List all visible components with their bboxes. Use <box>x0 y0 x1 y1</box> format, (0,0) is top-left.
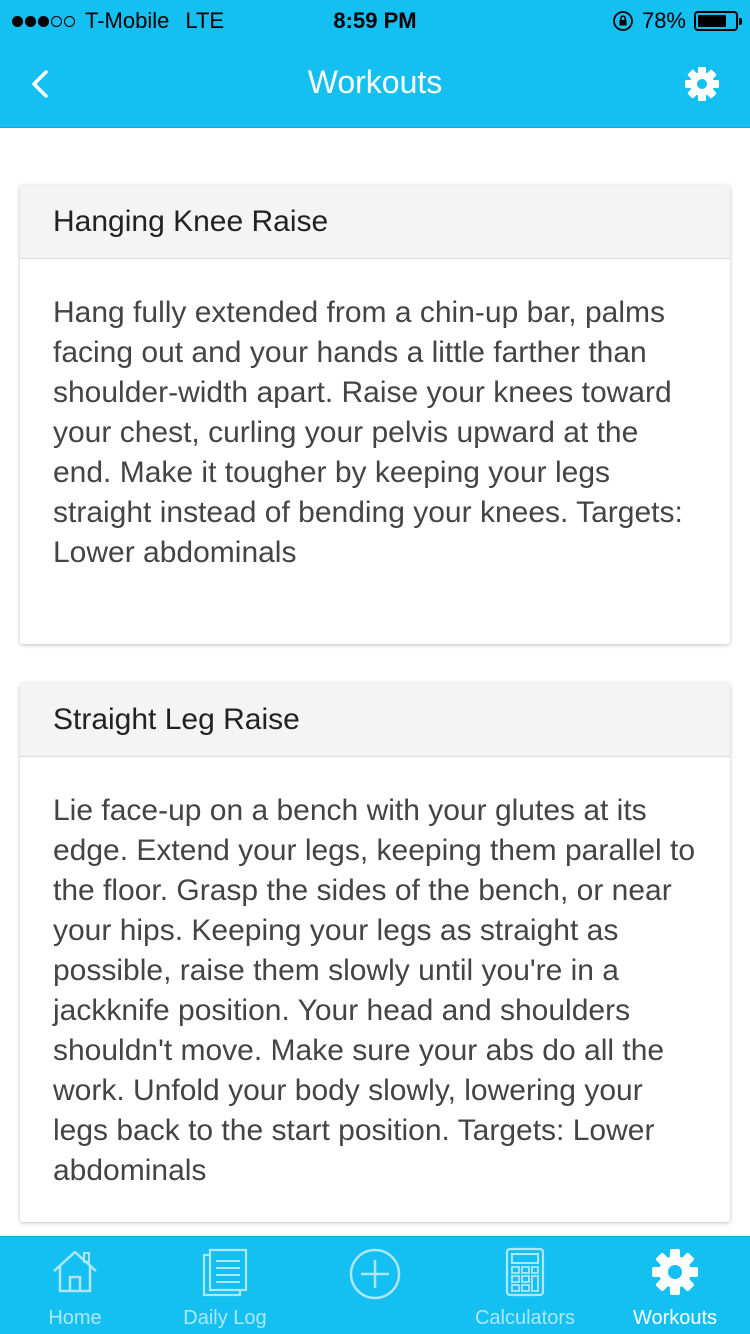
battery-icon <box>694 11 742 31</box>
workout-card[interactable]: Hanging Knee Raise Hang fully extended f… <box>20 185 730 644</box>
rotation-lock-icon <box>613 11 633 31</box>
gear-icon <box>652 1249 698 1295</box>
tab-bar: Home Daily Log Calculators Workouts <box>0 1236 750 1334</box>
workout-description: Lie face-up on a bench with your glutes … <box>53 794 696 1187</box>
tab-add[interactable] <box>300 1237 450 1334</box>
tab-home[interactable]: Home <box>0 1237 150 1334</box>
home-icon <box>53 1250 97 1293</box>
battery-percent: 78% <box>641 8 686 33</box>
tab-label: Daily Log <box>183 1307 267 1329</box>
tab-label: Home <box>48 1307 102 1329</box>
status-bar: T-Mobile LTE 8:59 PM 78% <box>0 0 750 40</box>
add-circle-icon <box>349 1248 401 1300</box>
tab-daily-log[interactable]: Daily Log <box>150 1237 300 1334</box>
tab-workouts[interactable]: Workouts <box>600 1237 750 1334</box>
workout-title: Hanging Knee Raise <box>20 185 730 259</box>
notepad-icon <box>202 1248 248 1297</box>
gear-icon[interactable] <box>682 64 722 104</box>
status-right: 78% <box>612 8 742 34</box>
nav-bar: Workouts <box>0 40 750 128</box>
tab-label: Calculators <box>474 1307 576 1329</box>
workout-title: Straight Leg Raise <box>20 683 730 757</box>
page-title: Workouts <box>307 64 443 100</box>
workout-list[interactable]: Hanging Knee Raise Hang fully extended f… <box>0 128 750 1236</box>
tab-calculators[interactable]: Calculators <box>450 1237 600 1334</box>
tab-label: Workouts <box>632 1307 718 1329</box>
workout-description: Hang fully extended from a chin-up bar, … <box>53 296 683 569</box>
workout-card[interactable]: Straight Leg Raise Lie face-up on a benc… <box>20 683 730 1222</box>
calculator-icon <box>505 1247 545 1297</box>
